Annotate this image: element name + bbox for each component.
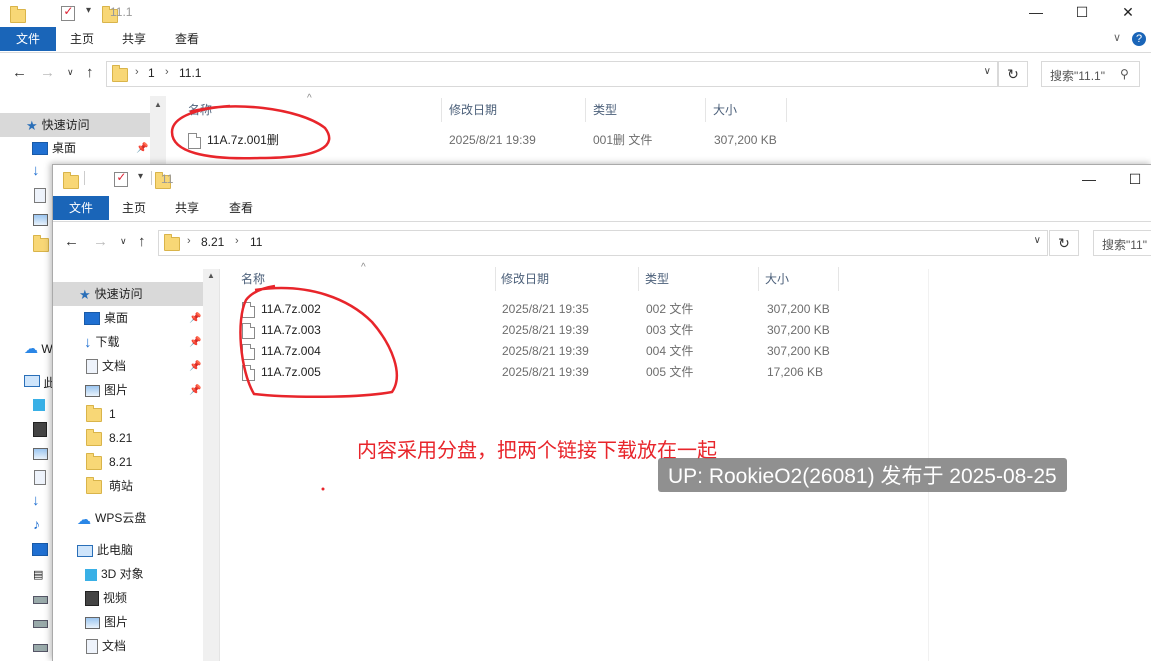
watermark: UP: RookieO2(26081) 发布于 2025-08-25 bbox=[658, 458, 1067, 492]
red-circle-annotation bbox=[170, 104, 331, 160]
red-circle-annotation bbox=[239, 284, 399, 399]
red-dot-annotation bbox=[321, 487, 325, 491]
annotation-overlay bbox=[170, 104, 399, 491]
